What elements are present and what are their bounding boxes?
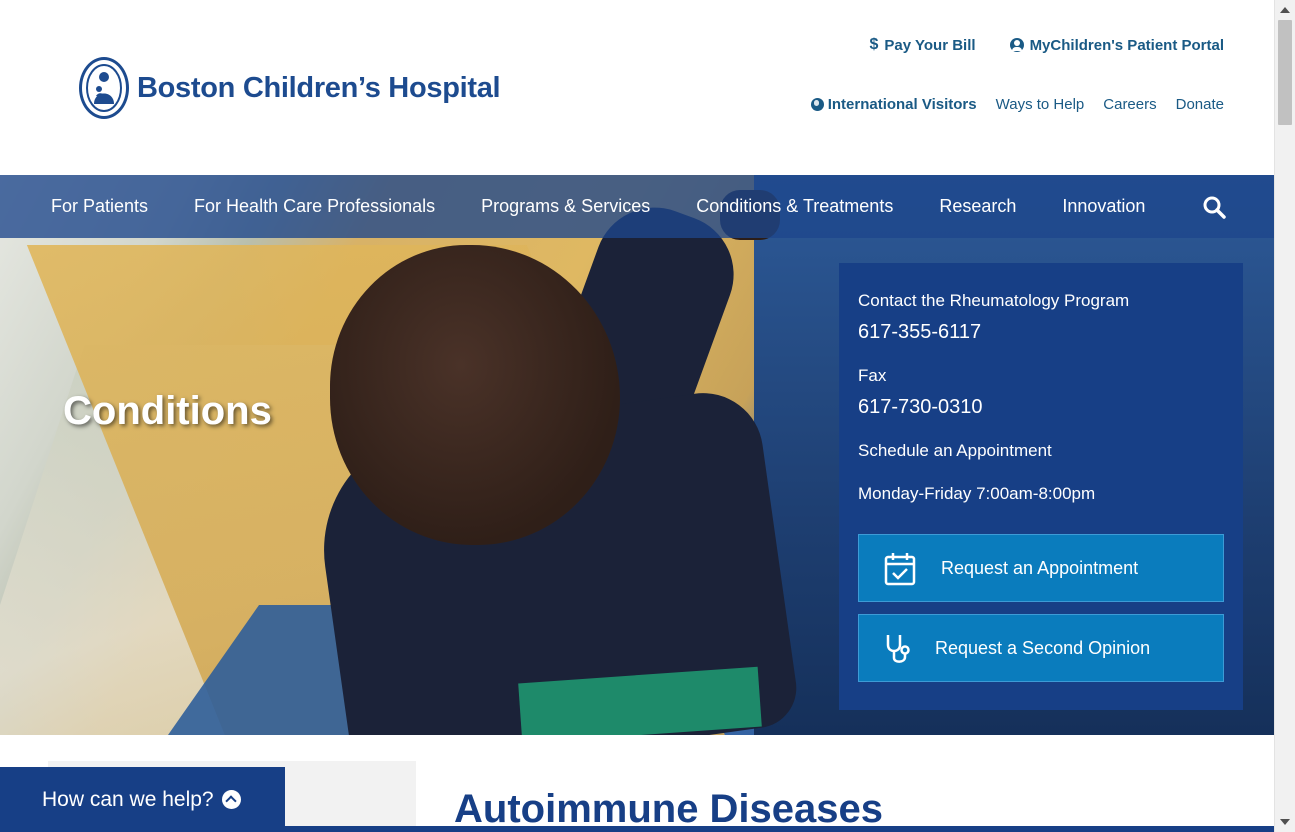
schedule-label: Schedule an Appointment: [858, 441, 1052, 460]
hero-image-child-head: [330, 245, 620, 545]
help-widget-label: How can we help?: [42, 787, 214, 811]
careers-link[interactable]: Careers: [1103, 96, 1156, 113]
nav-conditions-treatments[interactable]: Conditions & Treatments: [696, 196, 893, 217]
contact-panel: Contact the Rheumatology Program 617-355…: [839, 263, 1243, 710]
vertical-scrollbar[interactable]: [1274, 0, 1295, 832]
request-second-opinion-button[interactable]: Request a Second Opinion: [858, 614, 1224, 682]
request-appointment-label: Request an Appointment: [941, 558, 1139, 578]
nav-research[interactable]: Research: [939, 196, 1016, 217]
pay-bill-label: Pay Your Bill: [884, 36, 976, 54]
scroll-down-arrow-icon[interactable]: [1280, 819, 1290, 825]
user-circle-icon: [1009, 38, 1024, 52]
hero-title: Conditions: [63, 389, 272, 433]
contact-program-label: Contact the Rheumatology Program: [858, 291, 1130, 310]
hero-banner: For Patients For Health Care Professiona…: [0, 175, 1274, 735]
nav-for-patients[interactable]: For Patients: [51, 196, 148, 217]
donate-link[interactable]: Donate: [1176, 96, 1224, 113]
fax-number: 617-730-0310: [858, 396, 983, 418]
logo-wordmark: Boston Children’s Hospital: [137, 71, 501, 104]
calendar-check-icon: [883, 551, 917, 587]
footer-bar: [285, 826, 1274, 832]
scrollbar-thumb[interactable]: [1278, 20, 1292, 125]
stethoscope-icon: [883, 631, 917, 667]
request-appointment-button[interactable]: Request an Appointment: [858, 534, 1224, 602]
pay-bill-link[interactable]: $ Pay Your Bill: [870, 36, 976, 54]
scroll-up-arrow-icon[interactable]: [1280, 7, 1290, 13]
site-logo[interactable]: Boston Children’s Hospital: [79, 57, 501, 119]
logo-seal-icon: [79, 57, 129, 119]
contact-program-phone[interactable]: 617-355-6117: [858, 321, 1224, 344]
page: Boston Children’s Hospital $ Pay Your Bi…: [0, 0, 1274, 832]
nav-for-health-care-professionals[interactable]: For Health Care Professionals: [194, 196, 435, 217]
fax-label: Fax: [858, 366, 887, 385]
international-visitors-link[interactable]: International Visitors: [810, 96, 977, 113]
nav-innovation[interactable]: Innovation: [1062, 196, 1145, 217]
request-second-opinion-label: Request a Second Opinion: [935, 638, 1151, 658]
office-hours: Monday-Friday 7:00am-8:00pm: [858, 484, 1096, 503]
ways-to-help-link[interactable]: Ways to Help: [996, 96, 1085, 113]
help-widget-button[interactable]: How can we help?: [0, 767, 285, 832]
chevron-up-icon: [221, 790, 241, 809]
dollar-icon: $: [869, 36, 879, 53]
main-nav: For Patients For Health Care Professiona…: [0, 175, 1274, 238]
patient-portal-label: MyChildren's Patient Portal: [1029, 36, 1224, 54]
international-visitors-label: International Visitors: [827, 96, 977, 113]
search-icon[interactable]: [1202, 195, 1226, 219]
utility-nav-top: $ Pay Your Bill MyChildren's Patient Por…: [870, 36, 1225, 54]
globe-icon: [810, 98, 824, 111]
nav-programs-services[interactable]: Programs & Services: [481, 196, 650, 217]
site-header: Boston Children’s Hospital $ Pay Your Bi…: [0, 0, 1274, 175]
patient-portal-link[interactable]: MyChildren's Patient Portal: [1009, 36, 1224, 54]
utility-nav-bottom: International Visitors Ways to Help Care…: [810, 96, 1224, 113]
